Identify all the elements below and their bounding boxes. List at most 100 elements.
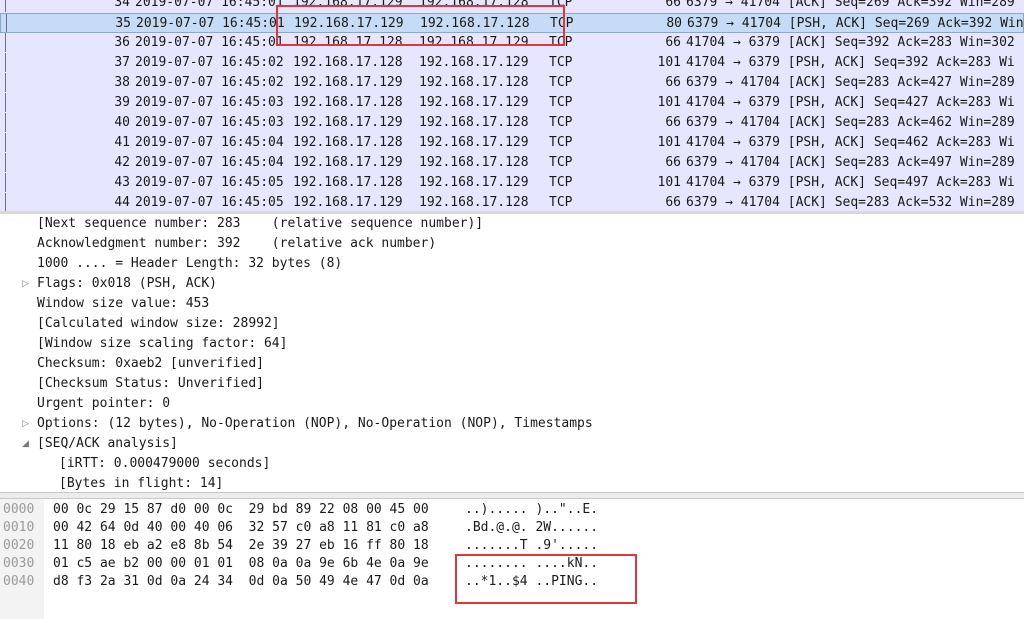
packet-no-cell: 39 — [114, 95, 130, 110]
byte-offset: 0000 — [3, 502, 35, 517]
ascii-bytes[interactable]: .......T .9'..... — [465, 537, 598, 555]
byte-offset: 0010 — [3, 520, 35, 535]
packet-dst-cell: 192.168.17.129 — [419, 55, 529, 70]
hex-bytes[interactable]: 01 c5 ae b2 00 00 01 01 08 0a 0a 9e 6b 4… — [53, 555, 429, 573]
annotation-box-ip-addresses — [276, 5, 565, 46]
packet-no-cell: 37 — [114, 55, 130, 70]
packet-row[interactable]: 39 2019-07-07 16:45:03 192.168.17.128 192.1… — [0, 93, 1024, 113]
tree-collapsed-arrow-icon[interactable]: ▷ — [22, 414, 32, 434]
packet-tree-line — [5, 193, 6, 211]
packet-proto-cell: TCP — [549, 195, 573, 210]
packet-no-cell: 43 — [114, 175, 130, 190]
packet-time-cell: 2019-07-07 16:45:02 — [135, 55, 284, 70]
packet-proto-cell: TCP — [549, 75, 573, 90]
detail-tree-item[interactable]: [Next sequence number: 283 (relative seq… — [37, 214, 483, 234]
packet-no-cell: 35 — [115, 16, 131, 31]
detail-tree-item[interactable]: Urgent pointer: 0 — [37, 394, 170, 414]
packet-len-cell: 66 — [665, 75, 681, 90]
packet-row[interactable]: 41 2019-07-07 16:45:04 192.168.17.128 192.1… — [0, 133, 1024, 153]
packet-time-cell: 2019-07-07 16:45:03 — [135, 95, 284, 110]
packet-len-cell: 66 — [665, 115, 681, 130]
packet-time-cell: 2019-07-07 16:45:05 — [135, 195, 284, 210]
packet-tree-line — [5, 173, 6, 192]
packet-len-cell: 101 — [657, 175, 681, 190]
packet-info-cell: 41704 → 6379 [PSH, ACK] Seq=462 Ack=283 … — [686, 135, 1015, 150]
packet-time-cell: 2019-07-07 16:45:05 — [135, 175, 284, 190]
packet-no-cell: 40 — [114, 115, 130, 130]
packet-proto-cell: TCP — [549, 155, 573, 170]
packet-dst-cell: 192.168.17.129 — [419, 175, 529, 190]
packet-len-cell: 66 — [665, 155, 681, 170]
packet-info-cell: 6379 → 41704 [PSH, ACK] Seq=269 Ack=392 … — [687, 16, 1024, 31]
hex-bytes[interactable]: d8 f3 2a 31 0d 0a 24 34 0d 0a 50 49 4e 4… — [53, 573, 429, 591]
packet-row[interactable]: 44 2019-07-07 16:45:05 192.168.17.129 192.1… — [0, 193, 1024, 211]
detail-tree-item[interactable]: [Window size scaling factor: 64] — [37, 334, 287, 354]
packet-dst-cell: 192.168.17.129 — [419, 135, 529, 150]
packet-proto-cell: TCP — [549, 95, 573, 110]
hex-bytes[interactable]: 00 42 64 0d 40 00 40 06 32 57 c0 a8 11 8… — [53, 519, 429, 537]
packet-time-cell: 2019-07-07 16:45:01 — [135, 0, 284, 10]
byte-offset: 0040 — [3, 574, 35, 589]
packet-tree-line — [5, 33, 6, 52]
packet-len-cell: 66 — [665, 0, 681, 10]
detail-tree-item[interactable]: Options: (12 bytes), No-Operation (NOP),… — [37, 414, 593, 434]
packet-info-cell: 6379 → 41704 [ACK] Seq=269 Ack=392 Win=2… — [686, 0, 1015, 10]
packet-src-cell: 192.168.17.129 — [293, 75, 403, 90]
detail-tree-item[interactable]: [SEQ/ACK analysis] — [37, 434, 178, 454]
packet-row[interactable]: 37 2019-07-07 16:45:02 192.168.17.128 192.1… — [0, 53, 1024, 73]
detail-tree-item[interactable]: [Checksum Status: Unverified] — [37, 374, 264, 394]
packet-info-cell: 41704 → 6379 [PSH, ACK] Seq=392 Ack=283 … — [686, 55, 1015, 70]
packet-src-cell: 192.168.17.129 — [293, 195, 403, 210]
packet-no-cell: 34 — [114, 0, 130, 10]
hex-bytes[interactable]: 00 0c 29 15 87 d0 00 0c 29 bd 89 22 08 0… — [53, 501, 429, 519]
packet-len-cell: 80 — [666, 16, 682, 31]
packet-len-cell: 101 — [657, 55, 681, 70]
packet-src-cell: 192.168.17.129 — [293, 155, 403, 170]
detail-tree-item[interactable]: Acknowledgment number: 392 (relative ack… — [37, 234, 436, 254]
packet-tree-line — [5, 53, 6, 72]
ascii-bytes[interactable]: ..)..... ).."..E. — [465, 501, 598, 519]
detail-tree-item[interactable]: [Bytes in flight: 14] — [59, 474, 223, 492]
detail-tree-item[interactable]: Flags: 0x018 (PSH, ACK) — [37, 274, 217, 294]
packet-tree-line — [5, 93, 6, 112]
packet-len-cell: 66 — [665, 35, 681, 50]
packet-info-cell: 6379 → 41704 [ACK] Seq=283 Ack=532 Win=2… — [686, 195, 1015, 210]
ascii-bytes[interactable]: .Bd.@.@. 2W...... — [465, 519, 598, 537]
annotation-box-ping-ascii — [455, 554, 637, 604]
packet-row[interactable]: 38 2019-07-07 16:45:02 192.168.17.129 192.1… — [0, 73, 1024, 93]
packet-proto-cell: TCP — [549, 135, 573, 150]
packet-info-cell: 41704 → 6379 [PSH, ACK] Seq=427 Ack=283 … — [686, 95, 1015, 110]
packet-tree-line — [6, 14, 7, 32]
packet-row[interactable]: 40 2019-07-07 16:45:03 192.168.17.129 192.1… — [0, 113, 1024, 133]
packet-tree-line — [5, 133, 6, 152]
detail-tree-item[interactable]: [Calculated window size: 28992] — [37, 314, 280, 334]
pane-splitter[interactable] — [0, 492, 1024, 499]
packet-proto-cell: TCP — [549, 175, 573, 190]
hex-bytes[interactable]: 11 80 18 eb a2 e8 8b 54 2e 39 27 eb 16 f… — [53, 537, 429, 555]
detail-tree-item[interactable]: Window size value: 453 — [37, 294, 209, 314]
packet-row[interactable]: 42 2019-07-07 16:45:04 192.168.17.129 192.1… — [0, 153, 1024, 173]
packet-dst-cell: 192.168.17.128 — [419, 75, 529, 90]
packet-time-cell: 2019-07-07 16:45:03 — [135, 115, 284, 130]
packet-dst-cell: 192.168.17.128 — [419, 115, 529, 130]
packet-src-cell: 192.168.17.128 — [293, 175, 403, 190]
detail-tree-item[interactable]: Checksum: 0xaeb2 [unverified] — [37, 354, 264, 374]
packet-time-cell: 2019-07-07 16:45:02 — [135, 75, 284, 90]
packet-len-cell: 101 — [657, 95, 681, 110]
byte-offset: 0030 — [3, 556, 35, 571]
packet-time-cell: 2019-07-07 16:45:01 — [135, 35, 284, 50]
packet-info-cell: 41704 → 6379 [PSH, ACK] Seq=497 Ack=283 … — [686, 175, 1015, 190]
tree-collapsed-arrow-icon[interactable]: ▷ — [22, 274, 32, 294]
packet-dst-cell: 192.168.17.128 — [419, 155, 529, 170]
packet-row[interactable]: 43 2019-07-07 16:45:05 192.168.17.128 192.1… — [0, 173, 1024, 193]
packet-len-cell: 101 — [657, 135, 681, 150]
detail-tree-item[interactable]: [iRTT: 0.000479000 seconds] — [59, 454, 270, 474]
packet-time-cell: 2019-07-07 16:45:01 — [136, 16, 285, 31]
packet-len-cell: 66 — [665, 195, 681, 210]
detail-tree-item[interactable]: 1000 .... = Header Length: 32 bytes (8) — [37, 254, 342, 274]
packet-details-tree[interactable]: [Next sequence number: 283 (relative seq… — [0, 214, 1024, 492]
packet-tree-line — [5, 73, 6, 92]
packet-src-cell: 192.168.17.128 — [293, 135, 403, 150]
packet-time-cell: 2019-07-07 16:45:04 — [135, 155, 284, 170]
tree-expanded-arrow-icon[interactable]: ◢ — [22, 434, 32, 454]
